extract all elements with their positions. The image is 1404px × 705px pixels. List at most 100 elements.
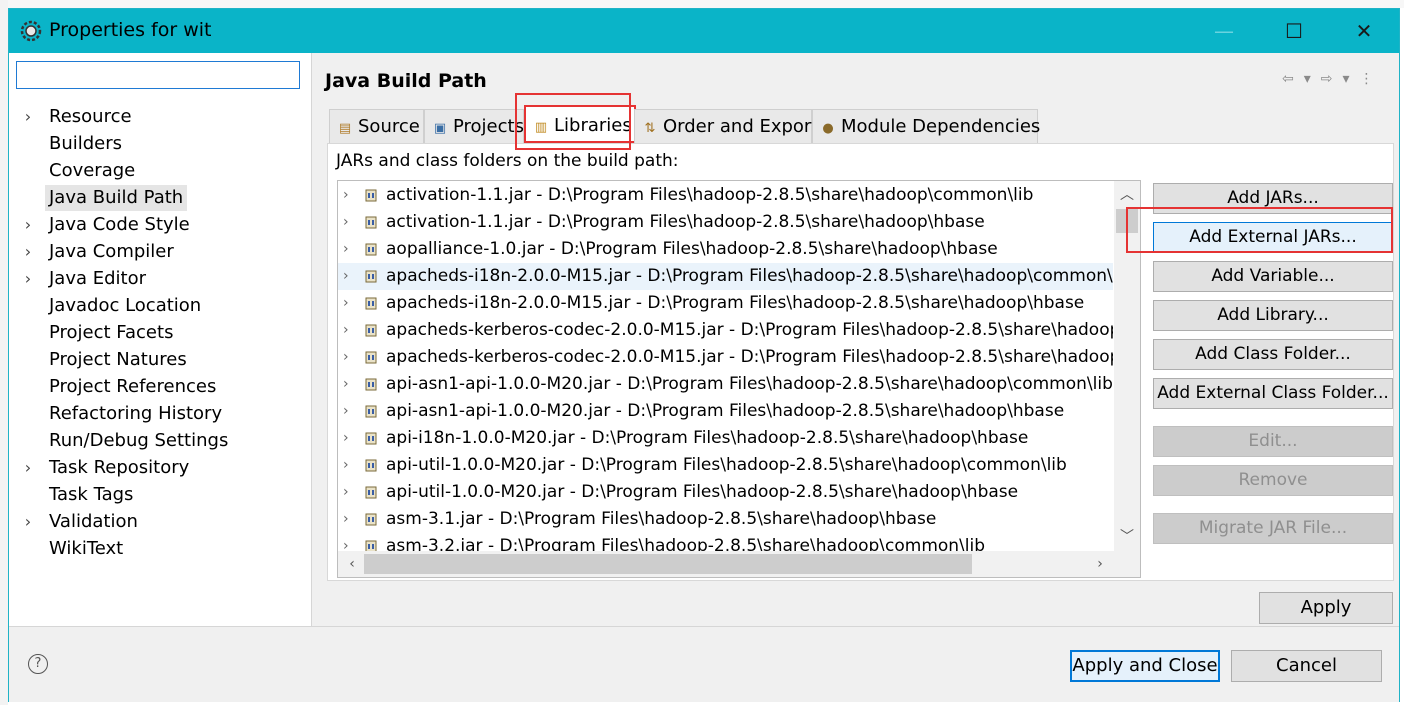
nav-item-label: Validation <box>49 511 138 532</box>
maximize-button[interactable]: ☐ <box>1259 9 1329 53</box>
library-row[interactable]: › apacheds-kerberos-codec-2.0.0-M15.jar -… <box>338 344 1113 371</box>
expand-chevron-icon[interactable]: › <box>343 344 355 371</box>
expand-chevron-icon[interactable]: › <box>21 239 35 265</box>
expand-chevron-icon[interactable]: › <box>343 479 355 506</box>
nav-item-builders[interactable]: Builders <box>45 131 126 157</box>
add-jars-button[interactable]: Add JARs... <box>1153 183 1393 214</box>
library-path-label: aopalliance-1.0.jar - D:\Program Files\h… <box>386 239 998 259</box>
expand-chevron-icon[interactable]: › <box>343 371 355 398</box>
order-export-icon: ⇅ <box>644 121 656 136</box>
expand-chevron-icon[interactable]: › <box>343 290 355 317</box>
add-variable-button[interactable]: Add Variable... <box>1153 261 1393 292</box>
back-menu-chevron-icon[interactable]: ▾ <box>1304 71 1311 87</box>
minimize-button[interactable]: — <box>1189 9 1259 53</box>
horizontal-scroll-thumb[interactable] <box>364 554 972 574</box>
nav-item-project-natures[interactable]: Project Natures <box>45 347 191 373</box>
library-row[interactable]: › aopalliance-1.0.jar - D:\Program Files\… <box>338 236 1113 263</box>
view-menu-icon[interactable]: ⋮ <box>1360 71 1374 87</box>
tab-module-dependencies[interactable]: ● Module Dependencies <box>812 109 1040 143</box>
expand-chevron-icon[interactable]: › <box>343 425 355 452</box>
library-row[interactable]: › activation-1.1.jar - D:\Program Files\h… <box>338 209 1113 236</box>
expand-chevron-icon[interactable]: › <box>343 236 355 263</box>
tab-projects[interactable]: ▣ Projects <box>424 109 524 143</box>
nav-item-task-repository[interactable]: › Task Repository <box>25 455 193 481</box>
tab-label: Source <box>358 116 420 137</box>
expand-chevron-icon[interactable]: › <box>343 209 355 236</box>
apply-and-close-button[interactable]: Apply and Close <box>1070 650 1220 682</box>
nav-item-coverage[interactable]: Coverage <box>45 158 139 184</box>
library-path-label: activation-1.1.jar - D:\Program Files\ha… <box>386 212 985 232</box>
cancel-button[interactable]: Cancel <box>1231 650 1382 682</box>
tab-source[interactable]: ▤ Source <box>329 109 424 143</box>
add-library-button[interactable]: Add Library... <box>1153 300 1393 331</box>
nav-item-java-build-path[interactable]: Java Build Path <box>45 185 188 211</box>
library-row[interactable]: › api-util-1.0.0-M20.jar - D:\Program Fil… <box>338 479 1113 506</box>
remove-button[interactable]: Remove <box>1153 465 1393 496</box>
libraries-tab-content: JARs and class folders on the build path… <box>327 143 1394 581</box>
help-icon[interactable]: ? <box>28 654 48 674</box>
vertical-scrollbar[interactable]: ︿ ﹀ <box>1114 181 1140 551</box>
forward-arrow-icon[interactable]: ⇨ <box>1321 71 1333 87</box>
expand-chevron-icon[interactable]: › <box>21 455 35 481</box>
add-external-jars-button[interactable]: Add External JARs... <box>1153 222 1393 253</box>
edit-button[interactable]: Edit... <box>1153 426 1393 457</box>
scroll-right-icon[interactable]: › <box>1088 551 1112 577</box>
expand-chevron-icon[interactable]: › <box>21 212 35 238</box>
library-row[interactable]: › apacheds-kerberos-codec-2.0.0-M15.jar -… <box>338 317 1113 344</box>
expand-chevron-icon[interactable]: › <box>343 182 355 209</box>
scroll-down-icon[interactable]: ﹀ <box>1114 525 1140 549</box>
tab-libraries[interactable]: ▥ Libraries <box>524 105 636 143</box>
jar-file-icon <box>365 324 377 337</box>
add-external-class-folder-button[interactable]: Add External Class Folder... <box>1153 378 1393 409</box>
nav-item-wikitext[interactable]: WikiText <box>45 536 127 562</box>
library-path-label: api-asn1-api-1.0.0-M20.jar - D:\Program … <box>386 374 1113 394</box>
expand-chevron-icon[interactable]: › <box>21 266 35 292</box>
history-controls: ⇦ ▾ ⇨ ▾ ⋮ <box>1282 69 1374 89</box>
tab-label: Libraries <box>554 115 632 136</box>
migrate-jar-button[interactable]: Migrate JAR File... <box>1153 513 1393 544</box>
nav-item-project-facets[interactable]: Project Facets <box>45 320 177 346</box>
expand-chevron-icon[interactable]: › <box>343 452 355 479</box>
title-bar[interactable]: Properties for wit — ☐ ✕ <box>9 9 1399 53</box>
nav-item-resource[interactable]: › Resource <box>25 104 136 130</box>
library-row[interactable]: › apacheds-i18n-2.0.0-M15.jar - D:\Progra… <box>338 263 1113 290</box>
forward-menu-chevron-icon[interactable]: ▾ <box>1343 71 1350 87</box>
library-path-label: api-util-1.0.0-M20.jar - D:\Program File… <box>386 455 1067 475</box>
nav-item-java-code-style[interactable]: › Java Code Style <box>25 212 194 238</box>
scroll-up-icon[interactable]: ︿ <box>1114 183 1140 207</box>
library-path-label: apacheds-kerberos-codec-2.0.0-M15.jar - … <box>386 347 1113 367</box>
nav-item-label: Coverage <box>49 160 136 181</box>
library-path-label: api-i18n-1.0.0-M20.jar - D:\Program File… <box>386 428 1029 448</box>
filter-input[interactable] <box>16 61 300 89</box>
expand-chevron-icon[interactable]: › <box>21 509 35 535</box>
nav-item-project-references[interactable]: Project References <box>45 374 220 400</box>
nav-item-java-editor[interactable]: › Java Editor <box>25 266 150 292</box>
back-arrow-icon[interactable]: ⇦ <box>1282 71 1294 87</box>
vertical-scroll-thumb[interactable] <box>1116 209 1138 233</box>
scroll-left-icon[interactable]: ‹ <box>340 551 364 577</box>
nav-item-task-tags[interactable]: Task Tags <box>45 482 137 508</box>
expand-chevron-icon[interactable]: › <box>343 506 355 533</box>
library-row[interactable]: › api-util-1.0.0-M20.jar - D:\Program Fil… <box>338 452 1113 479</box>
library-row[interactable]: › api-i18n-1.0.0-M20.jar - D:\Program Fil… <box>338 425 1113 452</box>
library-row[interactable]: › activation-1.1.jar - D:\Program Files\h… <box>338 182 1113 209</box>
libraries-tree[interactable]: › activation-1.1.jar - D:\Program Files\h… <box>337 180 1141 578</box>
library-row[interactable]: › api-asn1-api-1.0.0-M20.jar - D:\Program… <box>338 371 1113 398</box>
nav-item-run-debug-settings[interactable]: Run/Debug Settings <box>45 428 232 454</box>
expand-chevron-icon[interactable]: › <box>343 263 355 290</box>
expand-chevron-icon[interactable]: › <box>343 317 355 344</box>
nav-item-java-compiler[interactable]: › Java Compiler <box>25 239 178 265</box>
library-row[interactable]: › api-asn1-api-1.0.0-M20.jar - D:\Program… <box>338 398 1113 425</box>
expand-chevron-icon[interactable]: › <box>343 398 355 425</box>
library-row[interactable]: › asm-3.1.jar - D:\Program Files\hadoop-2… <box>338 506 1113 533</box>
add-class-folder-button[interactable]: Add Class Folder... <box>1153 339 1393 370</box>
close-button[interactable]: ✕ <box>1329 9 1399 53</box>
apply-button[interactable]: Apply <box>1259 592 1393 624</box>
library-row[interactable]: › apacheds-i18n-2.0.0-M15.jar - D:\Progra… <box>338 290 1113 317</box>
nav-item-refactoring-history[interactable]: Refactoring History <box>45 401 226 427</box>
tab-order-and-export[interactable]: ⇅ Order and Export <box>634 109 818 143</box>
nav-item-validation[interactable]: › Validation <box>25 509 142 535</box>
expand-chevron-icon[interactable]: › <box>21 104 35 130</box>
horizontal-scrollbar[interactable]: ‹ › <box>338 551 1114 577</box>
nav-item-javadoc-location[interactable]: Javadoc Location <box>45 293 205 319</box>
